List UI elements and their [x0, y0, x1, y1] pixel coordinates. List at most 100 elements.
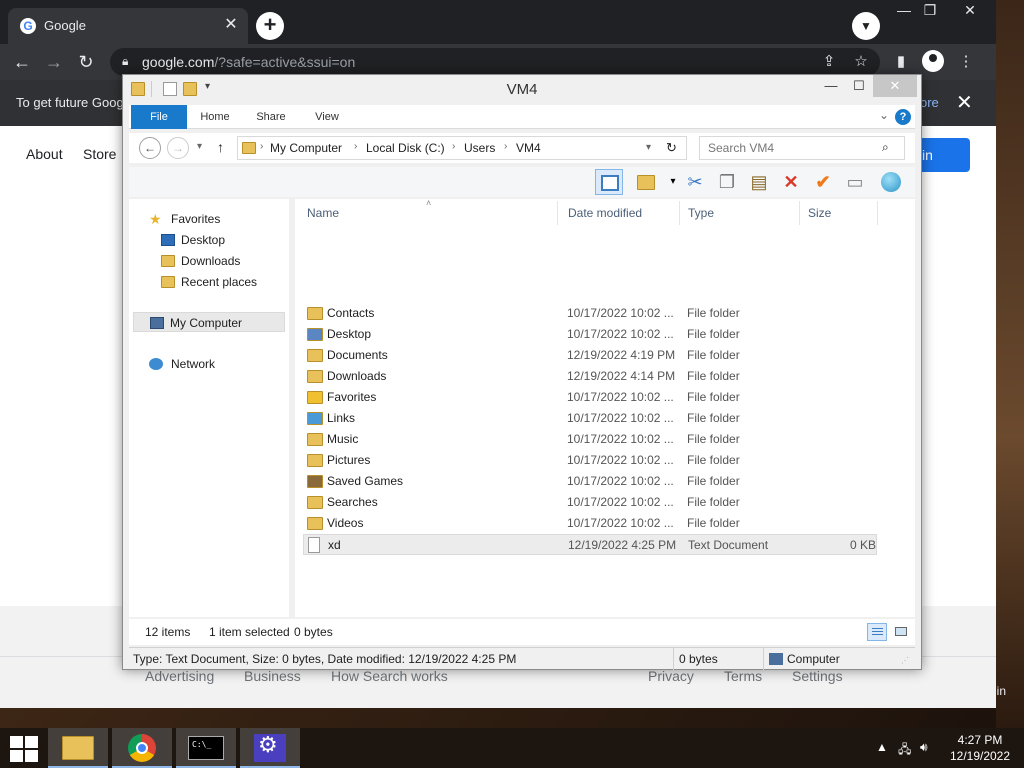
taskbar-chrome-icon[interactable] [112, 728, 172, 768]
help-icon[interactable]: ? [895, 109, 911, 125]
back-button-icon[interactable]: ← [139, 137, 161, 159]
column-divider[interactable] [679, 201, 680, 225]
tab-search-button[interactable]: ▼ [852, 12, 880, 40]
delete-x-icon[interactable]: ✕ [777, 169, 805, 195]
file-row[interactable]: Downloads 12/19/2022 4:14 PM File folder [303, 366, 877, 387]
properties-window-icon[interactable]: ▭ [841, 169, 869, 195]
side-panel-icon[interactable]: ▮ [890, 52, 912, 70]
tab-strip: G Google ✕ + ▼ — ❐ ✕ [0, 0, 996, 44]
explorer-title-bar[interactable]: ▾ VM4 — ☐ ✕ [123, 75, 921, 103]
chrome-close-button[interactable]: ✕ [954, 2, 986, 19]
explorer-minimize-button[interactable]: — [817, 75, 845, 97]
footer-privacy-link[interactable]: Privacy [648, 668, 694, 684]
footer-terms-link[interactable]: Terms [724, 668, 762, 684]
google-about-link[interactable]: About [26, 146, 63, 162]
column-header-name[interactable]: Name [307, 203, 339, 223]
rename-checkmark-icon[interactable]: ✔ [809, 169, 837, 195]
tab-file[interactable]: File [131, 105, 187, 129]
file-row[interactable]: Searches 10/17/2022 10:02 ... File folder [303, 492, 877, 513]
resize-grip-icon[interactable]: ⋰ [901, 656, 909, 665]
google-store-link[interactable]: Store [83, 146, 116, 162]
info-bar-close-icon[interactable]: ✕ [956, 90, 973, 115]
chrome-restore-button[interactable]: ❐ [914, 2, 946, 19]
address-bar[interactable]: 🔒︎ google.com/?safe=active&ssui=on [110, 48, 880, 76]
forward-button-icon[interactable]: → [167, 137, 189, 159]
nav-my-computer-label: My Computer [170, 316, 243, 330]
file-row[interactable]: Links 10/17/2022 10:02 ... File folder [303, 408, 877, 429]
column-divider[interactable] [877, 201, 878, 225]
tab-share[interactable]: Share [249, 105, 293, 129]
breadcrumb-local-disk[interactable]: Local Disk (C:) [366, 141, 445, 155]
expand-ribbon-chevron-icon[interactable]: ⌄ [879, 108, 889, 122]
file-row[interactable]: Videos 10/17/2022 10:02 ... File folder [303, 513, 877, 534]
file-row[interactable]: Saved Games 10/17/2022 10:02 ... File fold… [303, 471, 877, 492]
selection-count: 1 item selected [209, 625, 290, 639]
tab-view[interactable]: View [305, 105, 349, 129]
bookmark-star-icon[interactable]: ☆ [850, 52, 872, 70]
copy-icon[interactable]: ❐ [713, 169, 741, 195]
column-header-type[interactable]: Type [688, 203, 714, 223]
nav-downloads[interactable]: Downloads [161, 251, 271, 271]
tab-close-icon[interactable]: ✕ [222, 16, 240, 34]
file-name: xd [328, 538, 341, 552]
forward-arrow-icon[interactable]: → [42, 50, 66, 74]
back-arrow-icon[interactable]: ← [10, 50, 34, 74]
search-box[interactable]: Search VM4 ⌕ [699, 136, 905, 160]
refresh-icon[interactable]: ↻ [666, 140, 677, 156]
breadcrumb-my-computer[interactable]: My Computer [270, 141, 342, 155]
cut-scissors-icon[interactable]: ✂ [681, 169, 709, 195]
address-breadcrumb[interactable]: › My Computer › Local Disk (C:) › Users … [237, 136, 687, 160]
show-hidden-icons-icon[interactable]: ▲ [876, 740, 888, 754]
large-icons-view-icon[interactable] [891, 623, 911, 641]
file-row[interactable]: Pictures 10/17/2022 10:02 ... File folder [303, 450, 877, 471]
column-divider[interactable] [799, 201, 800, 225]
file-row[interactable]: Documents 12/19/2022 4:19 PM File folder [303, 345, 877, 366]
footer-settings-link[interactable]: Settings [792, 668, 843, 684]
column-header-date-modified[interactable]: Date modified [568, 203, 642, 223]
nav-my-computer[interactable]: My Computer [133, 312, 285, 332]
footer-business-link[interactable]: Business [244, 668, 301, 684]
recent-locations-chevron-icon[interactable]: ▾ [197, 141, 202, 152]
file-row[interactable]: Favorites 10/17/2022 10:02 ... File folder [303, 387, 877, 408]
taskbar-command-prompt-icon[interactable]: C:\_ [176, 728, 236, 768]
info-bar-more-link[interactable]: ore [920, 95, 939, 110]
file-row[interactable]: Music 10/17/2022 10:02 ... File folder [303, 429, 877, 450]
contacts-folder-icon [307, 307, 323, 320]
details-view-icon[interactable] [867, 623, 887, 641]
nav-desktop[interactable]: Desktop [161, 230, 271, 250]
reload-icon[interactable]: ↻ [74, 50, 98, 74]
chrome-menu-icon[interactable]: ⋮ [955, 52, 977, 70]
network-tray-icon[interactable]: 🖧︎ [898, 740, 911, 761]
explorer-close-button[interactable]: ✕ [873, 75, 917, 97]
globe-network-icon[interactable] [877, 169, 905, 195]
volume-icon[interactable]: 🔊︎ [920, 740, 928, 755]
file-row[interactable]: Desktop 10/17/2022 10:02 ... File folder [303, 324, 877, 345]
column-divider[interactable] [557, 201, 558, 225]
file-row[interactable]: xd 12/19/2022 4:25 PM Text Document 0 KB [303, 534, 877, 555]
tab-home[interactable]: Home [193, 105, 237, 129]
nav-recent-places[interactable]: Recent places [161, 272, 271, 292]
nav-network[interactable]: Network [149, 354, 269, 374]
up-arrow-icon[interactable]: ↑ [217, 139, 224, 155]
explorer-maximize-button[interactable]: ☐ [845, 75, 873, 97]
taskbar: C:\_ ⚙ ▲ 🖧︎ 🔊︎ 4:27 PM 12/19/2022 [0, 728, 1024, 768]
breadcrumb-vm4[interactable]: VM4 [516, 141, 541, 155]
address-dropdown-icon[interactable]: ▾ [646, 142, 651, 153]
profile-avatar-icon[interactable] [922, 50, 944, 72]
file-row[interactable]: Contacts 10/17/2022 10:02 ... File folder [303, 303, 877, 324]
taskbar-file-explorer-icon[interactable] [48, 728, 108, 768]
tab-google[interactable]: G Google ✕ [8, 8, 248, 44]
breadcrumb-users[interactable]: Users [464, 141, 495, 155]
windows-start-icon[interactable] [8, 736, 38, 762]
file-date-modified: 10/17/2022 10:02 ... [567, 390, 674, 404]
taskbar-settings-icon[interactable]: ⚙ [240, 728, 300, 768]
preview-pane-icon[interactable] [595, 169, 623, 195]
share-icon[interactable]: ⇪ [818, 52, 840, 70]
new-tab-button[interactable]: + [256, 12, 284, 40]
clock[interactable]: 4:27 PM 12/19/2022 [940, 732, 1020, 764]
paste-clipboard-icon[interactable]: ▤ [745, 169, 773, 195]
footer-how-search-works-link[interactable]: How Search works [331, 668, 448, 684]
folder-options-icon[interactable] [633, 169, 661, 195]
footer-advertising-link[interactable]: Advertising [145, 668, 214, 684]
column-header-size[interactable]: Size [808, 203, 831, 223]
